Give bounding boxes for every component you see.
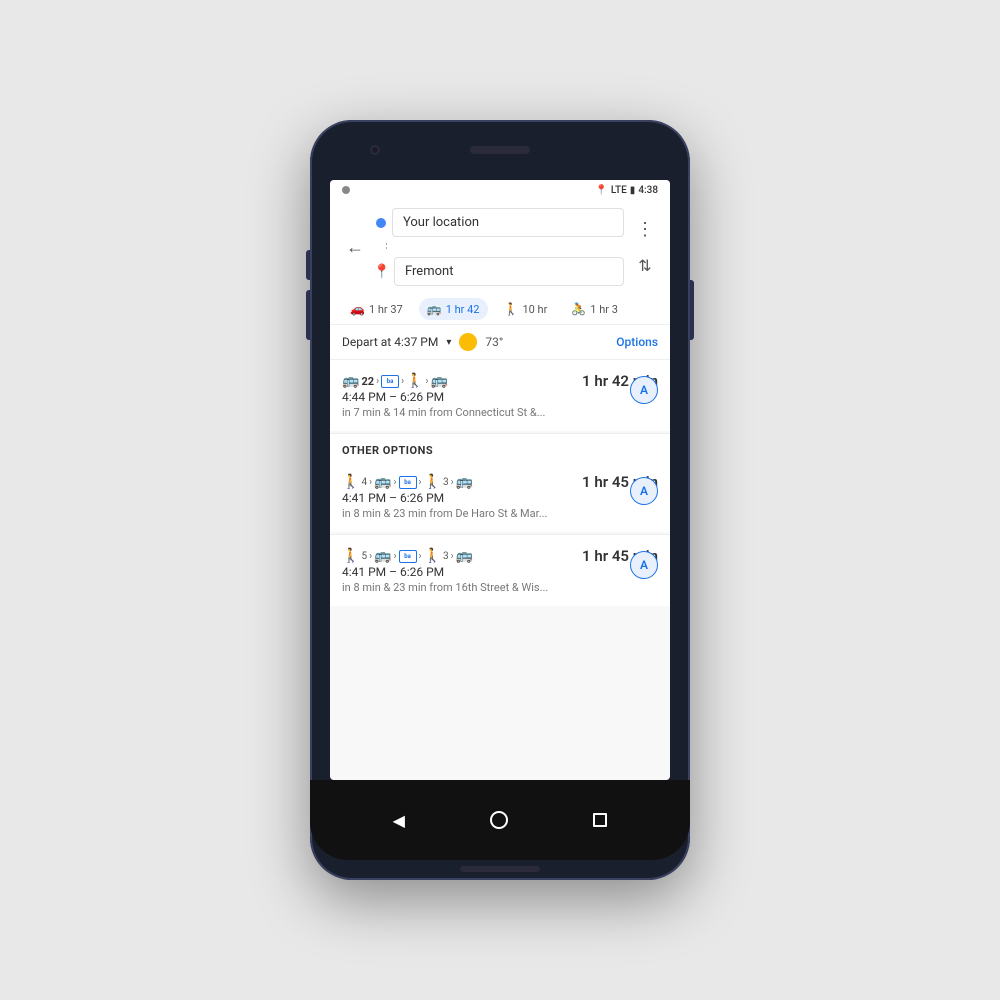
android-home-button[interactable] <box>490 811 508 829</box>
tab-walk[interactable]: 🚶 10 hr <box>496 298 556 320</box>
main-route-times: 4:44 PM – 6:26 PM <box>342 390 630 404</box>
main-route-card[interactable]: 🚌 22 › ba › 🚶 › 🚌 1 hr 42 min 4:44 PM – … <box>330 360 670 431</box>
arrow-2: › <box>401 376 404 387</box>
arrow-6: › <box>419 477 422 488</box>
origin-input[interactable]: Your location <box>392 208 624 237</box>
options-button[interactable]: Options <box>616 335 658 349</box>
walk-badge-3: 5 <box>361 551 367 562</box>
arrow-5: › <box>394 477 397 488</box>
signal-indicator: LTE <box>611 185 627 196</box>
weather-sun-icon <box>459 333 477 351</box>
bike-icon: 🚴 <box>571 302 586 316</box>
main-route-avatar[interactable]: A <box>630 376 658 404</box>
arrow-11: › <box>451 551 454 562</box>
android-recents-button[interactable] <box>593 813 607 827</box>
walk-icon-1: 🚶 <box>406 373 423 389</box>
location-icon: 📍 <box>595 185 607 196</box>
status-right: 📍 LTE ▮ 4:38 <box>595 185 658 196</box>
walk-icon-5: 🚶 <box>424 548 441 564</box>
temperature: 73° <box>485 335 503 349</box>
other-route-1-icons: 🚶 4 › 🚌 › ba › 🚶 3 › 🚌 1 hr 45 min <box>342 473 658 491</box>
status-dot <box>342 186 350 194</box>
route-connector <box>386 243 387 251</box>
main-route-detail: in 7 min & 14 min from Connecticut St &.… <box>342 406 630 419</box>
front-camera <box>370 145 380 155</box>
walk-duration: 10 hr <box>522 303 547 316</box>
other-route-1-detail: in 8 min & 23 min from De Haro St & Mar.… <box>342 507 630 520</box>
power-button[interactable] <box>690 280 694 340</box>
phone-bottom-nav: ◀ <box>310 780 690 860</box>
android-back-button[interactable]: ◀ <box>393 811 405 830</box>
other-route-2-times: 4:41 PM – 6:26 PM <box>342 565 630 579</box>
swap-directions-button[interactable]: ⇅ <box>634 252 655 279</box>
transport-tabs: 🚗 1 hr 37 🚌 1 hr 42 🚶 10 hr 🚴 1 hr 3 <box>330 294 670 325</box>
volume-down-button[interactable] <box>306 290 310 340</box>
destination-input[interactable]: Fremont <box>394 257 624 286</box>
phone-device: 📍 LTE ▮ 4:38 ← Your location 📍 Fr <box>310 120 690 880</box>
other-route-1-times: 4:41 PM – 6:26 PM <box>342 491 630 505</box>
transit-icon: 🚌 <box>427 302 442 316</box>
other-route-2-icons: 🚶 5 › 🚌 › ba › 🚶 3 › 🚌 1 hr 45 min <box>342 547 658 565</box>
depart-bar: Depart at 4:37 PM ▾ 73° Options <box>330 325 670 360</box>
bike-duration: 1 hr 3 <box>590 303 618 316</box>
routes-list: 🚌 22 › ba › 🚶 › 🚌 1 hr 42 min 4:44 PM – … <box>330 360 670 780</box>
bus-icon-4: 🚌 <box>456 474 473 490</box>
arrow-10: › <box>419 551 422 562</box>
other-route-card-1[interactable]: 🚶 4 › 🚌 › ba › 🚶 3 › 🚌 1 hr 45 min 4:41 … <box>330 461 670 532</box>
origin-row: Your location <box>376 208 624 237</box>
other-route-2-avatar[interactable]: A <box>630 551 658 579</box>
bus-icon-1: 🚌 <box>342 373 359 389</box>
nav-header: ← Your location 📍 Fremont ⋮ ⇅ <box>330 200 670 294</box>
volume-up-button[interactable] <box>306 250 310 280</box>
drive-duration: 1 hr 37 <box>369 303 403 316</box>
bart-icon-2: ba <box>399 476 417 489</box>
bus-icon-5: 🚌 <box>374 548 391 564</box>
phone-screen: 📍 LTE ▮ 4:38 ← Your location 📍 Fr <box>330 180 670 780</box>
other-route-2-detail: in 8 min & 23 min from 16th Street & Wis… <box>342 581 630 594</box>
arrow-1: › <box>376 376 379 387</box>
back-button[interactable]: ← <box>342 233 368 262</box>
depart-dropdown-arrow[interactable]: ▾ <box>446 337 451 348</box>
arrow-7: › <box>451 477 454 488</box>
walk-badge-2: 3 <box>443 477 449 488</box>
walk-icon-3: 🚶 <box>424 474 441 490</box>
destination-row: 📍 Fremont <box>376 257 624 286</box>
transit-duration: 1 hr 42 <box>446 303 480 316</box>
clock: 4:38 <box>638 185 658 196</box>
battery-icon: ▮ <box>630 185 636 196</box>
arrow-3: › <box>426 376 429 387</box>
origin-dot <box>376 218 386 228</box>
route-inputs: Your location 📍 Fremont <box>376 208 624 286</box>
arrow-4: › <box>369 477 372 488</box>
bus-icon-3: 🚌 <box>374 474 391 490</box>
destination-pin: 📍 <box>376 266 388 278</box>
arrow-9: › <box>394 551 397 562</box>
tab-bike[interactable]: 🚴 1 hr 3 <box>563 298 626 320</box>
tab-drive[interactable]: 🚗 1 hr 37 <box>342 298 411 320</box>
walk-icon: 🚶 <box>504 302 519 316</box>
depart-text[interactable]: Depart at 4:37 PM <box>342 335 438 349</box>
tab-transit[interactable]: 🚌 1 hr 42 <box>419 298 488 320</box>
bart-icon-1: ba <box>381 375 399 388</box>
drive-icon: 🚗 <box>350 302 365 316</box>
walk-icon-2: 🚶 <box>342 474 359 490</box>
bus-icon-2: 🚌 <box>431 373 448 389</box>
earpiece-speaker <box>470 146 530 154</box>
other-route-1-avatar[interactable]: A <box>630 477 658 505</box>
walk-badge-4: 3 <box>443 551 449 562</box>
walk-badge-1: 4 <box>361 477 367 488</box>
other-route-card-2[interactable]: 🚶 5 › 🚌 › ba › 🚶 3 › 🚌 1 hr 45 min 4:41 … <box>330 535 670 606</box>
walk-icon-4: 🚶 <box>342 548 359 564</box>
arrow-8: › <box>369 551 372 562</box>
bus-icon-6: 🚌 <box>456 548 473 564</box>
main-route-icons: 🚌 22 › ba › 🚶 › 🚌 1 hr 42 min <box>342 372 658 390</box>
bottom-speaker <box>460 866 540 872</box>
status-left <box>342 186 350 194</box>
status-bar: 📍 LTE ▮ 4:38 <box>330 180 670 200</box>
more-options-button[interactable]: ⋮ <box>632 215 658 244</box>
bus-number: 22 <box>361 375 374 388</box>
bart-icon-3: ba <box>399 550 417 563</box>
phone-top <box>310 120 690 180</box>
other-options-label: OTHER OPTIONS <box>330 434 670 461</box>
